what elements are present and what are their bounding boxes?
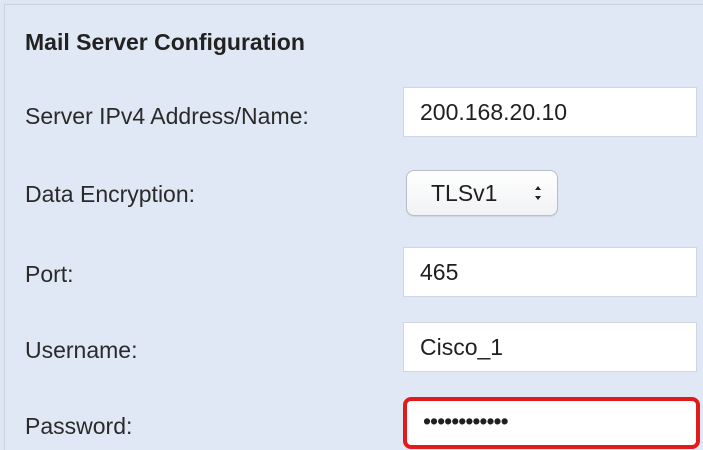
data-encryption-label: Data Encryption:: [25, 181, 196, 207]
username-label: Username:: [25, 337, 138, 363]
port-label: Port:: [25, 261, 74, 287]
data-encryption-selected-value: TLSv1: [431, 179, 498, 206]
data-encryption-select[interactable]: TLSv1: [406, 170, 558, 216]
section-title: Mail Server Configuration: [25, 29, 305, 55]
password-label: Password:: [25, 413, 133, 439]
port-input[interactable]: 465: [403, 247, 697, 297]
password-highlight-frame[interactable]: ••••••••••••: [403, 397, 700, 449]
server-address-input[interactable]: 200.168.20.10: [403, 87, 697, 137]
up-down-chevron-icon: [535, 186, 541, 200]
server-address-label: Server IPv4 Address/Name:: [25, 103, 309, 129]
username-input[interactable]: Cisco_1: [403, 322, 697, 372]
password-input[interactable]: ••••••••••••: [423, 408, 509, 435]
mail-server-configuration-panel: Mail Server Configuration Server IPv4 Ad…: [4, 4, 703, 450]
